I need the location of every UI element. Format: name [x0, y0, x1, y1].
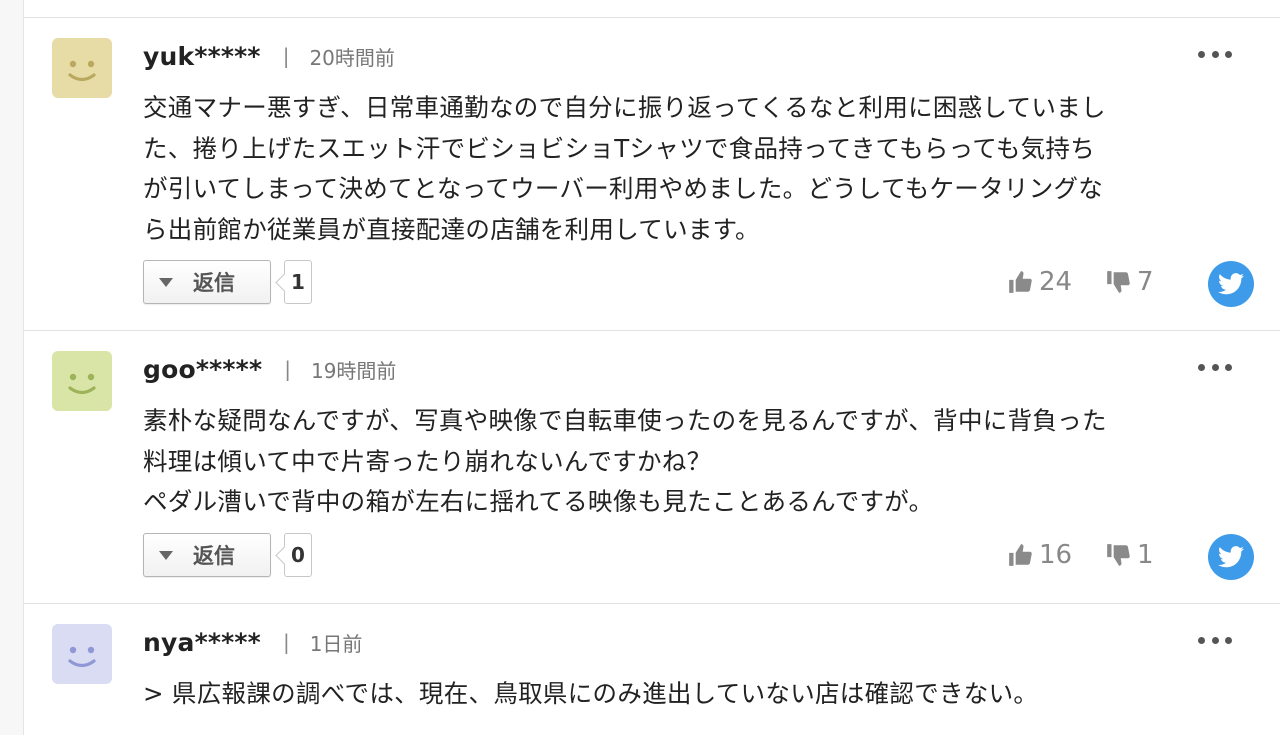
- reply-count-badge: 1: [284, 260, 312, 304]
- dislike-count: 1: [1137, 540, 1154, 570]
- dislike-button[interactable]: 7: [1105, 267, 1154, 297]
- comment-body: > 県広報課の調べでは、現在、鳥取県にのみ進出していない店は確認できない。: [143, 674, 1238, 715]
- header-separator: |: [282, 44, 290, 68]
- comment-line: 交通マナー悪すぎ、日常車通勤なので自分に振り返ってくるなと利用に困惑していまし: [143, 93, 1106, 122]
- reply-label: 返信: [193, 544, 235, 568]
- thumbs-up-icon: [1009, 271, 1032, 293]
- comment-body: 素朴な疑問なんですが、写真や映像で自転車使ったのを見るんですが、背中に背負った …: [143, 401, 1238, 523]
- more-icon-dot: [1211, 363, 1219, 371]
- avatar: [52, 351, 112, 411]
- comment-card: yuk***** | 20時間前 交通マナー悪すぎ、日常車通勤なので自分に振り返…: [24, 18, 1280, 330]
- smiley-face-icon: [68, 60, 96, 82]
- like-button[interactable]: 24: [1007, 267, 1072, 297]
- header-separator: |: [282, 630, 290, 654]
- reply-button[interactable]: 返信: [143, 260, 271, 304]
- reply-label: 返信: [193, 271, 235, 295]
- username[interactable]: yuk*****: [143, 42, 261, 71]
- comment-line: ペダル漕いで背中の箱が左右に揺れてる映像も見たことあるんですが。: [143, 487, 934, 516]
- more-icon-dot: [1225, 50, 1232, 58]
- smiley-face-icon: [68, 373, 96, 395]
- avatar: [52, 624, 112, 684]
- twitter-icon: [1218, 546, 1244, 568]
- like-button[interactable]: 16: [1007, 540, 1072, 570]
- dislike-button[interactable]: 1: [1105, 540, 1154, 570]
- comment-line: ら出前館か従業員が直接配達の店舗を利用しています。: [143, 214, 760, 244]
- comment-line: た、捲り上げたスエット汗でビショビショTシャツで食品持ってきてもらっても気持ち: [143, 133, 1096, 163]
- comment-line: が引いてしまって決めてとなってウーバー利用やめました。どうしてもケータリングな: [143, 174, 1104, 203]
- comment-line: 素朴な疑問なんですが、写真や映像で自転車使ったのを見るんですが、背中に背負った: [143, 406, 1107, 435]
- more-options-button[interactable]: [1198, 630, 1232, 650]
- comment-header: yuk***** | 20時間前: [143, 40, 395, 72]
- timestamp: 1日前: [309, 631, 363, 656]
- comment-line: 料理は傾いて中で片寄ったり崩れないんですかね？: [143, 446, 712, 476]
- timestamp: 20時間前: [309, 45, 395, 70]
- timestamp: 19時間前: [310, 358, 397, 383]
- more-icon: [1198, 50, 1205, 58]
- comment-header: nya***** | 1日前: [143, 626, 362, 658]
- comment-header: goo***** | 19時間前: [143, 353, 396, 385]
- twitter-icon: [1218, 273, 1244, 295]
- dislike-count: 7: [1137, 267, 1154, 297]
- caret-down-icon: [159, 550, 173, 560]
- more-options-button[interactable]: [1198, 44, 1232, 64]
- header-separator: |: [284, 357, 291, 381]
- reply-count-badge: 0: [284, 533, 312, 577]
- caret-down-icon: [159, 277, 173, 287]
- username[interactable]: nya*****: [143, 628, 261, 657]
- comment-card: goo***** | 19時間前 素朴な疑問なんですが、写真や映像で自転車使った…: [24, 331, 1280, 603]
- thumbs-down-icon: [1107, 544, 1130, 566]
- more-icon-dot: [1211, 50, 1219, 58]
- comment-body: 交通マナー悪すぎ、日常車通勤なので自分に振り返ってくるなと利用に困惑していまし …: [143, 88, 1238, 250]
- more-icon-dot: [1225, 363, 1232, 371]
- thumbs-down-icon: [1107, 271, 1130, 293]
- reply-count: 0: [291, 543, 305, 567]
- avatar: [52, 38, 112, 98]
- like-count: 16: [1039, 540, 1073, 570]
- more-options-button[interactable]: [1198, 357, 1232, 377]
- more-icon-dot: [1225, 636, 1232, 644]
- comment-line: > 県広報課の調べでは、現在、鳥取県にのみ進出していない店は確認できない。: [143, 679, 1039, 708]
- more-icon: [1198, 363, 1205, 371]
- more-icon-dot: [1211, 636, 1219, 644]
- username[interactable]: goo*****: [143, 355, 262, 384]
- left-rail: [0, 0, 24, 735]
- twitter-share-button[interactable]: [1208, 261, 1254, 307]
- reply-count: 1: [291, 270, 305, 294]
- more-icon: [1198, 636, 1205, 644]
- thumbs-up-icon: [1009, 544, 1032, 566]
- reply-button[interactable]: 返信: [143, 533, 271, 577]
- comment-card: nya***** | 1日前 > 県広報課の調べでは、現在、鳥取県にのみ進出して…: [24, 604, 1280, 735]
- like-count: 24: [1039, 267, 1073, 297]
- twitter-share-button[interactable]: [1208, 534, 1254, 580]
- smiley-face-icon: [68, 646, 96, 668]
